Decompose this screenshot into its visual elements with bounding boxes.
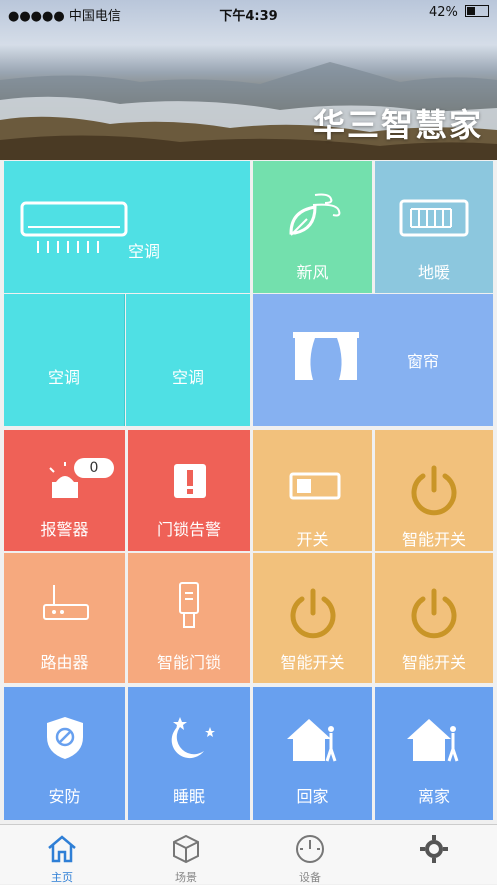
router-tile[interactable]: 路由器 — [4, 553, 125, 683]
arrive-home-icon — [287, 719, 337, 762]
shield-icon — [47, 717, 83, 759]
floor-heating-icon — [399, 199, 469, 237]
power-icon — [290, 588, 336, 639]
smart-switch-3-label: 智能开关 — [401, 653, 466, 672]
alarm-count-badge: 0 — [74, 458, 114, 478]
curtain-icon — [293, 332, 359, 380]
smart-switch-tile-3[interactable]: 智能开关 — [375, 553, 493, 683]
clock: 下午4:39 — [219, 9, 278, 24]
curtain-tile[interactable]: 窗帘 — [253, 294, 493, 426]
header-banner: ●●●●● 中国电信 下午4:39 42% 华三智慧家 — [0, 0, 497, 160]
tab-home[interactable]: 主页 — [0, 825, 124, 884]
ac-3-label: 空调 — [171, 368, 204, 387]
battery-icon — [465, 5, 489, 17]
sleep-label: 睡眠 — [172, 787, 205, 806]
tab-bar: 主页 场景 设备 — [0, 824, 497, 884]
ac-2-label: 空调 — [47, 368, 80, 387]
gauge-icon — [296, 835, 324, 863]
ac-main-label: 空调 — [127, 242, 160, 261]
ac-tile-main[interactable]: 空调 — [4, 161, 250, 293]
security-tile[interactable]: 安防 — [4, 687, 125, 820]
router-icon — [43, 585, 89, 620]
gear-icon — [420, 835, 448, 863]
power-icon — [411, 588, 457, 639]
leave-scene-tile[interactable]: 离家 — [375, 687, 493, 820]
switch-label: 开关 — [296, 530, 329, 549]
sleep-tile[interactable]: 睡眠 — [128, 687, 250, 820]
toggle-switch-icon — [289, 472, 341, 500]
alarm-label: 报警器 — [40, 520, 89, 539]
home-icon — [48, 835, 76, 863]
alarm-count: 0 — [89, 460, 99, 476]
smart-lock-label: 智能门锁 — [156, 653, 221, 672]
home-scene-tile[interactable]: 回家 — [253, 687, 372, 820]
ac-tile-2[interactable]: 空调 — [4, 294, 125, 426]
battery-percent: 42% — [428, 5, 458, 20]
app-title: 华三智慧家 — [312, 106, 483, 144]
smart-switch-tile-1[interactable]: 智能开关 — [375, 430, 493, 551]
fresh-air-tile[interactable]: 新风 — [253, 161, 372, 293]
smart-lock-tile[interactable]: 智能门锁 — [128, 553, 250, 683]
battery-indicator: 42% — [429, 5, 489, 20]
home-scene-label: 回家 — [296, 787, 329, 806]
router-label: 路由器 — [40, 653, 89, 672]
alarm-tile[interactable]: 0 报警器 — [4, 430, 125, 551]
wind-leaf-icon — [289, 193, 341, 236]
floor-heating-tile[interactable]: 地暖 — [375, 161, 493, 293]
door-lock-icon — [179, 582, 199, 628]
ac-tile-3[interactable]: 空调 — [126, 294, 250, 426]
cube-icon — [173, 834, 199, 864]
tab-settings[interactable] — [372, 825, 496, 884]
door-lock-alarm-label: 门锁告警 — [156, 520, 221, 539]
tab-devices[interactable]: 设备 — [248, 825, 372, 884]
floor-heating-label: 地暖 — [417, 263, 450, 282]
door-alert-icon — [174, 464, 206, 498]
moon-stars-icon — [171, 717, 215, 759]
leave-scene-label: 离家 — [417, 787, 450, 806]
status-bar: ●●●●● 中国电信 下午4:39 42% — [0, 0, 497, 26]
security-label: 安防 — [48, 787, 81, 806]
tab-scenes[interactable]: 场景 — [124, 825, 248, 884]
smart-switch-2-label: 智能开关 — [280, 653, 345, 672]
smart-switch-1-label: 智能开关 — [401, 530, 466, 549]
smart-switch-tile-2[interactable]: 智能开关 — [253, 553, 372, 683]
switch-tile[interactable]: 开关 — [253, 430, 372, 551]
curtain-label: 窗帘 — [406, 352, 439, 371]
leave-home-icon — [407, 719, 459, 762]
power-icon — [411, 465, 457, 516]
fresh-air-label: 新风 — [296, 263, 329, 282]
door-lock-alarm-tile[interactable]: 门锁告警 — [128, 430, 250, 551]
